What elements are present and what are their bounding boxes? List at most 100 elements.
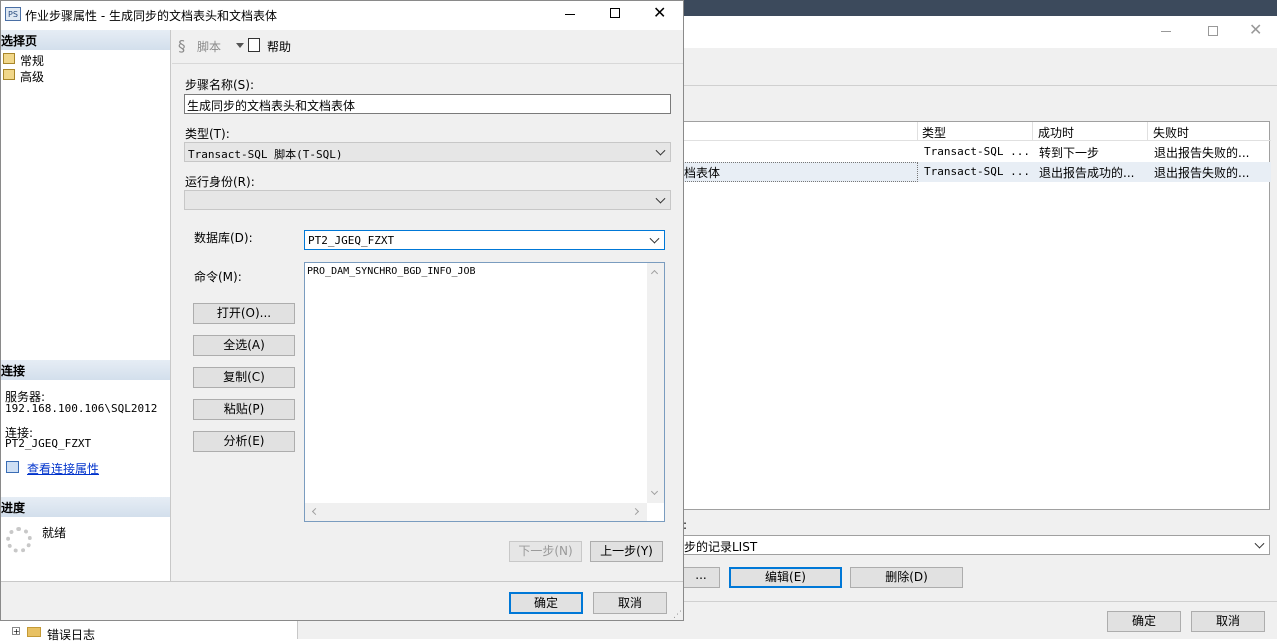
cell-success: 退出报告成功的... [1039,166,1135,180]
step-name-input[interactable]: 生成同步的文档表头和文档表体 [184,94,671,114]
minimize-icon[interactable] [565,14,575,15]
select-page-header: 选择页 [1,30,170,50]
bg-new-label: ... [695,568,707,582]
horizontal-scrollbar[interactable] [305,503,647,521]
server-value: 192.168.100.106\SQL2012 [5,402,158,415]
bg-maximize-icon[interactable] [1208,26,1218,36]
previous-step-label: 上一步(Y) [600,544,653,558]
script-icon: § [178,37,186,55]
select-all-button[interactable]: 全选(A) [193,335,295,356]
command-textarea[interactable]: PRO_DAM_SYNCHRO_BGD_INFO_JOB [304,262,665,522]
sidebar-item-advanced[interactable]: 高级 [1,67,170,84]
chevron-down-icon [655,145,666,156]
connection-header: 连接 [1,360,170,380]
progress-status: 就绪 [42,526,67,540]
open-button[interactable]: 打开(O)... [193,303,295,324]
bg-edit-button[interactable]: 编辑(E) [729,567,842,588]
previous-step-button[interactable]: 上一步(Y) [590,541,663,562]
maximize-icon[interactable] [610,8,620,18]
ok-button[interactable]: 确定 [509,592,583,614]
script-label: 脚本 [197,40,222,54]
script-button[interactable]: § 脚本 [178,37,248,55]
step-name-value: 生成同步的文档表头和文档表体 [187,99,356,113]
sidebar-item-label: 高级 [20,70,45,84]
open-label: 打开(O)... [216,306,272,320]
vertical-scrollbar[interactable] [647,263,664,503]
grid-col-divider [917,122,918,141]
bg-close-icon[interactable]: ✕ [1249,20,1262,39]
next-step-button[interactable]: 下一步(N) [509,541,582,562]
parse-label: 分析(E) [223,434,265,448]
close-icon[interactable]: ✕ [653,3,666,22]
dialog-toolbar: § 脚本 帮助 [172,30,683,64]
grid-col-divider [1147,122,1148,141]
bg-ok-button[interactable]: 确定 [1107,611,1181,632]
connection-value: PT2_JGEQ_FZXT [5,437,92,450]
help-icon [248,38,260,52]
page-icon [3,53,15,64]
bg-start-step-value: 步的记录LIST [684,540,758,554]
grid-header-row: 类型 成功时 失败时 [684,122,1271,141]
help-button[interactable]: 帮助 [248,37,298,55]
grid-header-failure[interactable]: 失败时 [1153,124,1189,141]
paste-label: 粘贴(P) [223,402,265,416]
progress-title: 进度 [1,501,26,515]
tree-item-error-log[interactable]: 错误日志 [47,626,95,643]
bg-cancel-label: 取消 [1215,614,1240,628]
app-icon: PS [5,7,21,21]
type-value: Transact-SQL 脚本(T-SQL) [188,148,343,161]
bg-footer-separator [683,601,1277,602]
select-page-title: 选择页 [1,34,38,48]
spinner-icon [6,527,32,553]
cancel-button[interactable]: 取消 [593,592,667,614]
table-row[interactable]: Transact-SQL ... 转到下一步 退出报告失败的... [684,142,1271,162]
bg-ok-label: 确定 [1131,614,1156,628]
chevron-down-icon [1254,538,1265,549]
bg-delete-label: 删除(D) [885,570,928,584]
select-all-label: 全选(A) [223,338,265,352]
grid-header-success[interactable]: 成功时 [1038,124,1074,141]
bg-new-button[interactable]: ... [683,567,720,588]
chevron-down-icon [649,233,660,244]
job-step-properties-dialog: PS 作业步骤属性 - 生成同步的文档表头和文档表体 ✕ 选择页 常规 高级 连… [0,0,684,621]
scroll-left-icon[interactable] [311,507,320,516]
bg-start-step-select[interactable]: 步的记录LIST [683,535,1270,555]
database-select[interactable]: PT2_JGEQ_FZXT [304,230,665,250]
grid-header-type[interactable]: 类型 [922,124,946,141]
parse-button[interactable]: 分析(E) [193,431,295,452]
dropdown-arrow-icon[interactable] [236,43,244,48]
ok-label: 确定 [533,596,558,610]
database-value: PT2_JGEQ_FZXT [308,234,395,247]
database-label: 数据库(D): [194,231,253,245]
resize-grip-icon[interactable]: ⋰ [673,610,682,620]
cell-failure: 退出报告失败的... [1154,146,1250,160]
cell-failure: 退出报告失败的... [1154,166,1250,180]
cell-type: Transact-SQL ... [924,145,1030,158]
cell-focus-box [683,162,918,182]
dialog-title: 作业步骤属性 - 生成同步的文档表头和文档表体 [25,9,277,23]
dialog-sidebar: 选择页 常规 高级 连接 服务器: 192.168.100.106\SQL201… [1,30,171,581]
bg-delete-button[interactable]: 删除(D) [850,567,963,588]
scroll-right-icon[interactable] [631,507,640,516]
view-connection-properties-link[interactable]: 查看连接属性 [27,460,99,477]
paste-button[interactable]: 粘贴(P) [193,399,295,420]
help-label: 帮助 [267,40,292,54]
scroll-down-icon[interactable] [650,487,659,496]
chevron-down-icon [655,193,666,204]
run-as-select[interactable] [184,190,671,210]
scroll-up-icon[interactable] [650,269,659,278]
dialog-footer-separator [1,581,683,582]
sidebar-item-general[interactable]: 常规 [1,51,170,68]
copy-button[interactable]: 复制(C) [193,367,295,388]
dialog-title-bar: PS 作业步骤属性 - 生成同步的文档表头和文档表体 ✕ [1,1,683,30]
command-label: 命令(M): [194,270,242,284]
cancel-label: 取消 [617,596,642,610]
type-select[interactable]: Transact-SQL 脚本(T-SQL) [184,142,671,162]
expand-icon[interactable]: + [12,627,20,636]
bg-cancel-button[interactable]: 取消 [1191,611,1265,632]
table-row[interactable]: 档表体 Transact-SQL ... 退出报告成功的... 退出报告失败的.… [683,162,1271,182]
bg-minimize-icon[interactable] [1161,31,1171,32]
folder-icon [27,627,41,637]
run-as-label: 运行身份(R): [185,175,255,189]
bg-edit-label: 编辑(E) [765,570,806,584]
